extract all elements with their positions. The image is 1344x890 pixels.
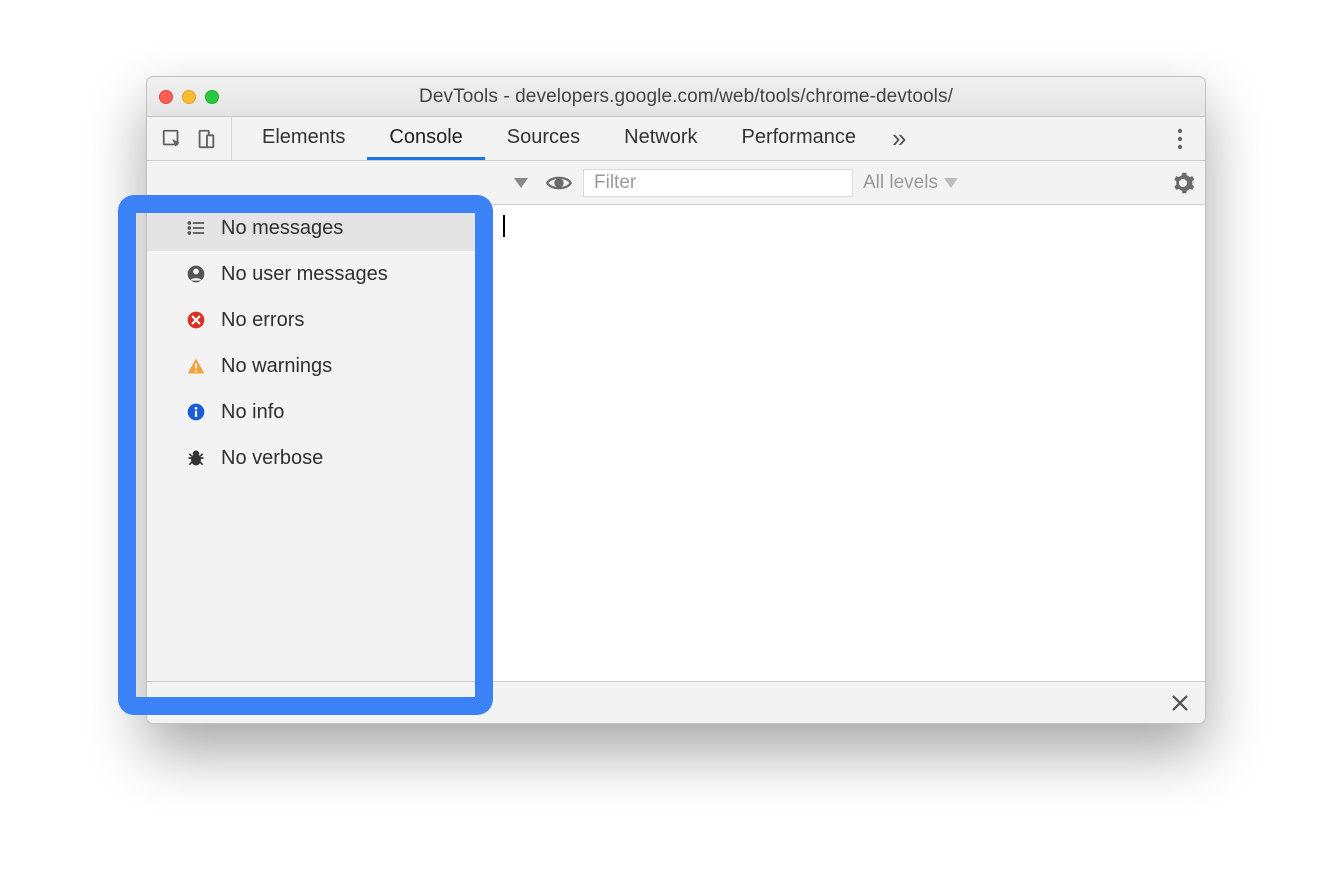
titlebar: DevTools - developers.google.com/web/too… bbox=[147, 77, 1205, 117]
tab-network[interactable]: Network bbox=[602, 117, 719, 160]
info-icon bbox=[185, 401, 207, 423]
live-expression-icon[interactable] bbox=[545, 169, 573, 197]
chevron-down-icon bbox=[514, 178, 528, 188]
user-icon bbox=[185, 263, 207, 285]
sidebar-item-label: No errors bbox=[221, 309, 304, 332]
devtools-window: DevTools - developers.google.com/web/too… bbox=[146, 76, 1206, 724]
sidebar-item-user-messages[interactable]: No user messages bbox=[147, 251, 490, 297]
sidebar-item-warnings[interactable]: No warnings bbox=[147, 343, 490, 389]
log-levels-label: All levels bbox=[863, 172, 938, 194]
sidebar-item-label: No warnings bbox=[221, 355, 332, 378]
tab-console[interactable]: Console bbox=[367, 117, 484, 160]
filter-bar: All levels bbox=[147, 161, 1205, 205]
sidebar-item-label: No messages bbox=[221, 217, 343, 240]
tab-elements[interactable]: Elements bbox=[240, 117, 367, 160]
close-drawer-icon[interactable] bbox=[1169, 692, 1191, 714]
sidebar-item-label: No user messages bbox=[221, 263, 388, 286]
tabbar-leading bbox=[157, 117, 232, 160]
sidebar-item-messages[interactable]: No messages bbox=[147, 205, 490, 251]
sidebar-item-errors[interactable]: No errors bbox=[147, 297, 490, 343]
close-window-button[interactable] bbox=[159, 90, 173, 104]
tabs-overflow-button[interactable]: » bbox=[878, 117, 920, 160]
sidebar-item-verbose[interactable]: No verbose bbox=[147, 435, 490, 481]
tab-bar: Elements Console Sources Network Perform… bbox=[147, 117, 1205, 161]
sidebar-item-info[interactable]: No info bbox=[147, 389, 490, 435]
log-levels-dropdown[interactable]: All levels bbox=[863, 172, 958, 194]
inspect-element-icon[interactable] bbox=[157, 117, 187, 161]
context-dropdown[interactable] bbox=[507, 178, 535, 188]
body: No messages No user messages bbox=[147, 205, 1205, 681]
drawer-bar bbox=[147, 681, 1205, 723]
text-cursor bbox=[503, 215, 505, 237]
chevron-down-icon bbox=[944, 178, 958, 188]
tab-sources[interactable]: Sources bbox=[485, 117, 602, 160]
sidebar-item-label: No info bbox=[221, 401, 284, 424]
tabbar-trailing bbox=[1165, 117, 1195, 160]
kebab-menu-icon[interactable] bbox=[1165, 128, 1195, 150]
filter-input[interactable] bbox=[583, 169, 853, 197]
warning-icon bbox=[185, 355, 207, 377]
toggle-device-toolbar-icon[interactable] bbox=[191, 117, 221, 161]
window-title: DevTools - developers.google.com/web/too… bbox=[179, 86, 1193, 108]
console-output[interactable] bbox=[491, 205, 1205, 681]
error-icon bbox=[185, 309, 207, 331]
tab-performance[interactable]: Performance bbox=[720, 117, 879, 160]
list-icon bbox=[185, 217, 207, 239]
bug-icon bbox=[185, 447, 207, 469]
sidebar-item-label: No verbose bbox=[221, 447, 323, 470]
settings-gear-icon[interactable] bbox=[1171, 171, 1195, 195]
sidebar: No messages No user messages bbox=[147, 205, 491, 681]
tabs: Elements Console Sources Network Perform… bbox=[240, 117, 920, 160]
